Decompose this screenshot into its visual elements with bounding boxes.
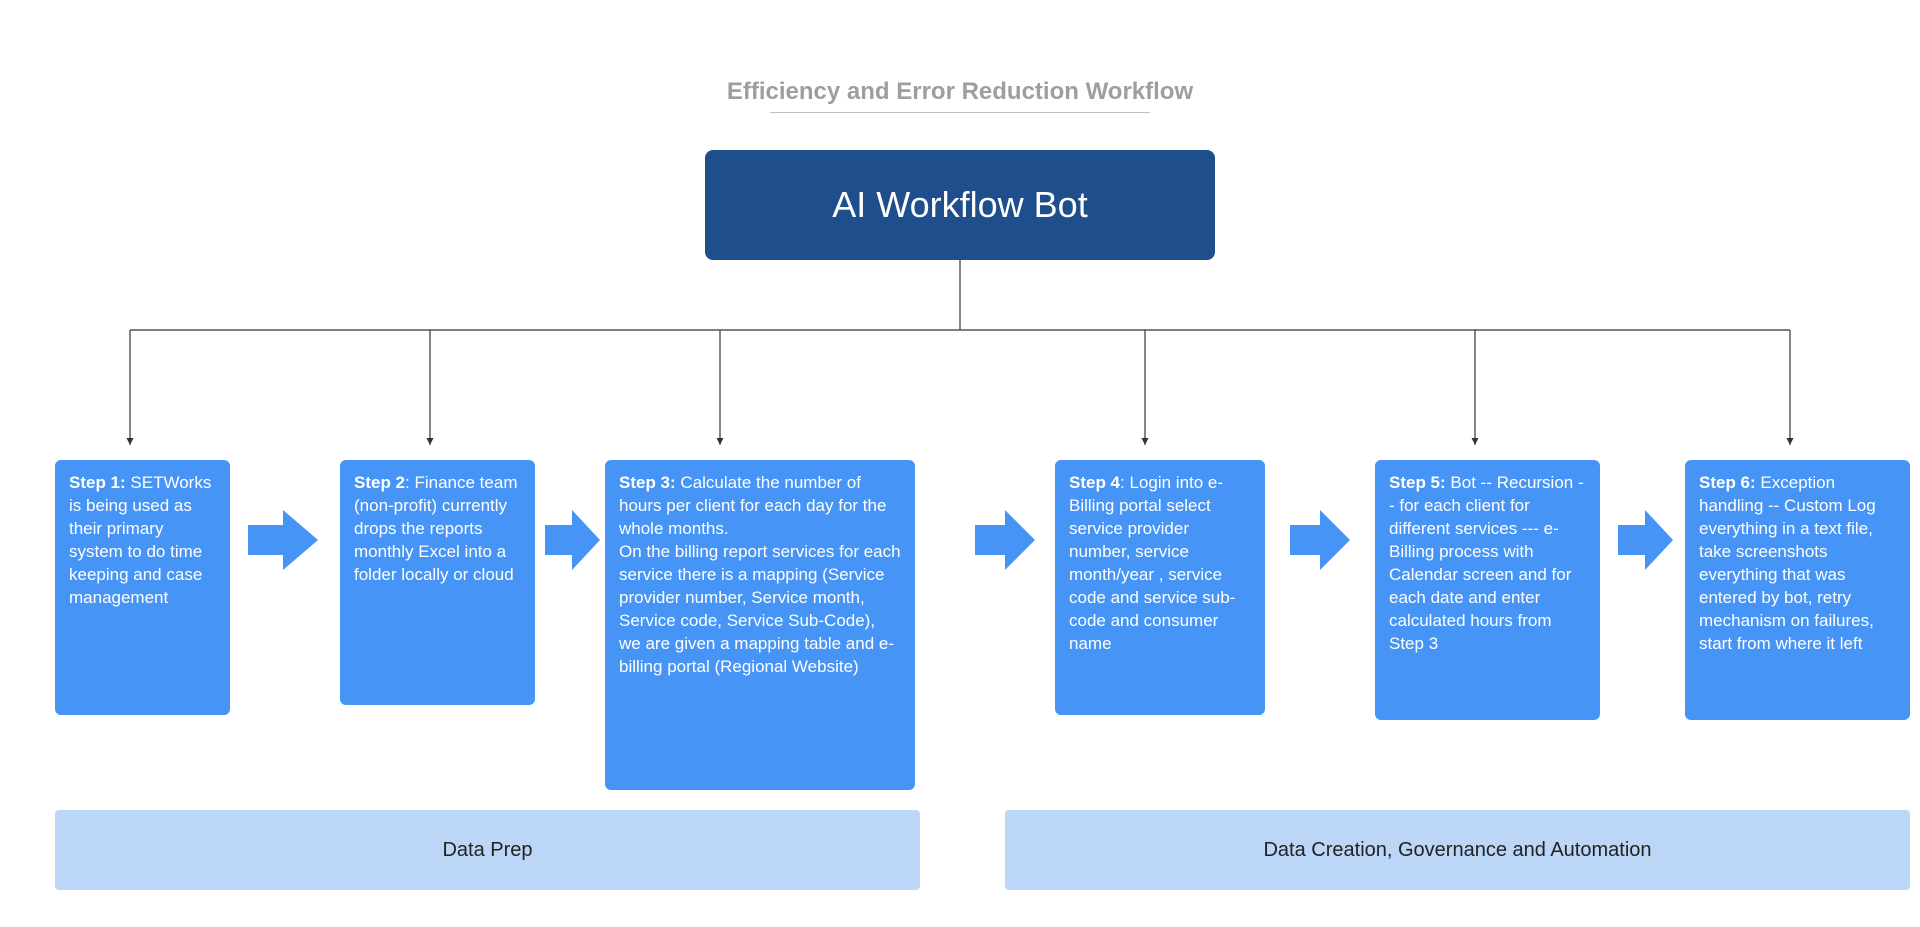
step-5-label: Step 5: <box>1389 473 1446 492</box>
step-3-label: Step 3: <box>619 473 676 492</box>
step-1: Step 1: SETWorks is being used as their … <box>55 460 230 715</box>
diagram-title: Efficiency and Error Reduction Workflow <box>0 78 1920 106</box>
step-5-text: Bot -- Recursion -- for each client for … <box>1389 473 1584 653</box>
step-2-label: Step 2 <box>354 473 405 492</box>
arrow-icon <box>545 510 600 570</box>
step-6-label: Step 6: <box>1699 473 1756 492</box>
step-3-text: Calculate the number of hours per client… <box>619 473 901 676</box>
group-data-creation: Data Creation, Governance and Automation <box>1005 810 1910 890</box>
root-node: AI Workflow Bot <box>705 150 1215 260</box>
step-1-text: SETWorks is being used as their primary … <box>69 473 211 607</box>
title-underline <box>770 112 1150 113</box>
step-6: Step 6: Exception handling -- Custom Log… <box>1685 460 1910 720</box>
arrow-icon <box>1618 510 1673 570</box>
group-data-prep: Data Prep <box>55 810 920 890</box>
step-4: Step 4: Login into e-Billing portal sele… <box>1055 460 1265 715</box>
step-1-label: Step 1: <box>69 473 126 492</box>
step-6-text: Exception handling -- Custom Log everyth… <box>1699 473 1876 653</box>
arrow-icon <box>975 510 1035 570</box>
step-5: Step 5: Bot -- Recursion -- for each cli… <box>1375 460 1600 720</box>
diagram-canvas: Efficiency and Error Reduction Workflow … <box>0 0 1920 927</box>
step-4-text: : Login into e-Billing portal select ser… <box>1069 473 1235 653</box>
step-2: Step 2: Finance team (non-profit) curren… <box>340 460 535 705</box>
step-3: Step 3: Calculate the number of hours pe… <box>605 460 915 790</box>
arrow-icon <box>248 510 318 570</box>
connector-lines <box>0 0 1920 927</box>
arrow-icon <box>1290 510 1350 570</box>
step-4-label: Step 4 <box>1069 473 1120 492</box>
